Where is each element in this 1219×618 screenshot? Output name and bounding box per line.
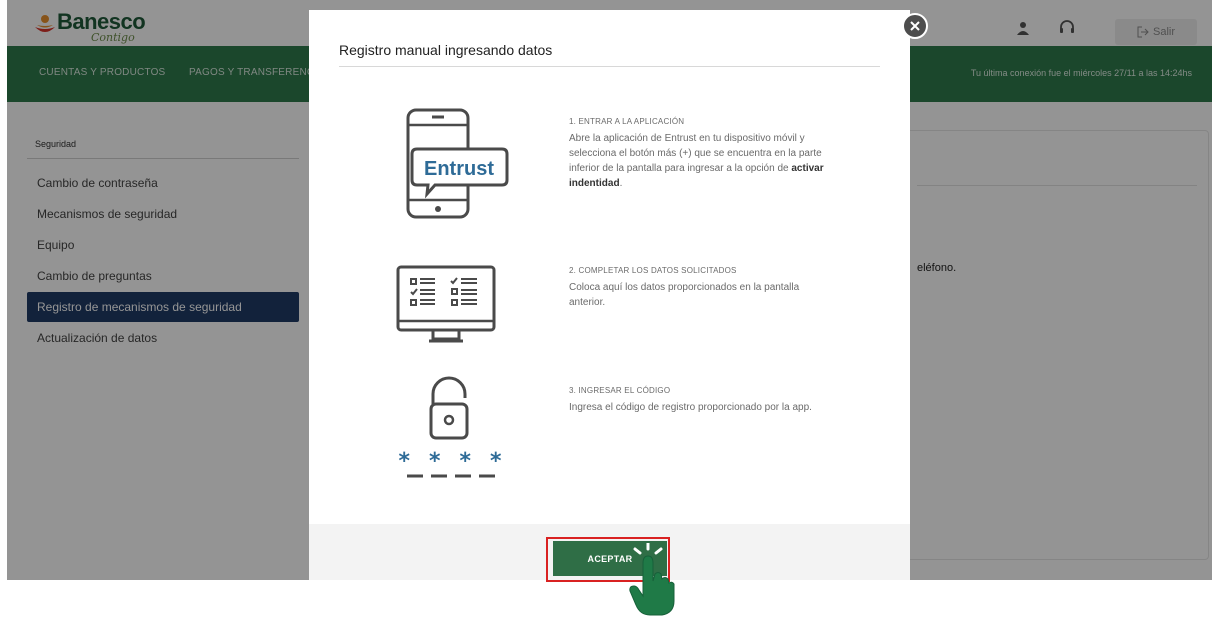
step-1-body-text: Abre la aplicación de Entrust en tu disp… (569, 133, 822, 174)
monitor-form-icon (396, 265, 496, 343)
app-window: Banesco Contigo Salir CUENTAS Y PRODUCTO… (7, 0, 1212, 580)
step-2-heading: 2. COMPLETAR LOS DATOS SOLICITADOS (569, 266, 737, 275)
phone-entrust-icon: Entrust (406, 108, 509, 219)
step-2: 2. COMPLETAR LOS DATOS SOLICITADOS Coloc… (569, 266, 829, 310)
step-2-body: Coloca aquí los datos proporcionados en … (569, 282, 800, 308)
entrust-label: Entrust (424, 158, 494, 180)
step-3-body: Ingresa el código de registro proporcion… (569, 402, 812, 413)
close-button[interactable] (902, 13, 928, 39)
step-3: 3. INGRESAR EL CÓDIGO Ingresa el código … (569, 386, 829, 415)
modal-divider (339, 66, 880, 67)
step-1: 1. ENTRAR A LA APLICACIÓN Abre la aplica… (569, 117, 829, 191)
close-icon (910, 21, 920, 31)
step-1-body-end: . (619, 178, 623, 189)
modal-title: Registro manual ingresando datos (339, 42, 553, 58)
code-mask-text: * * * * (399, 449, 503, 474)
step-1-body: Abre la aplicación de Entrust en tu disp… (569, 131, 829, 191)
step-3-heading: 3. INGRESAR EL CÓDIGO (569, 386, 671, 395)
padlock-code-icon: * * * * (399, 376, 503, 478)
registration-modal: Registro manual ingresando datos Entrust… (309, 10, 928, 580)
step-1-heading: 1. ENTRAR A LA APLICACIÓN (569, 117, 685, 126)
hand-pointer-icon (629, 543, 675, 616)
